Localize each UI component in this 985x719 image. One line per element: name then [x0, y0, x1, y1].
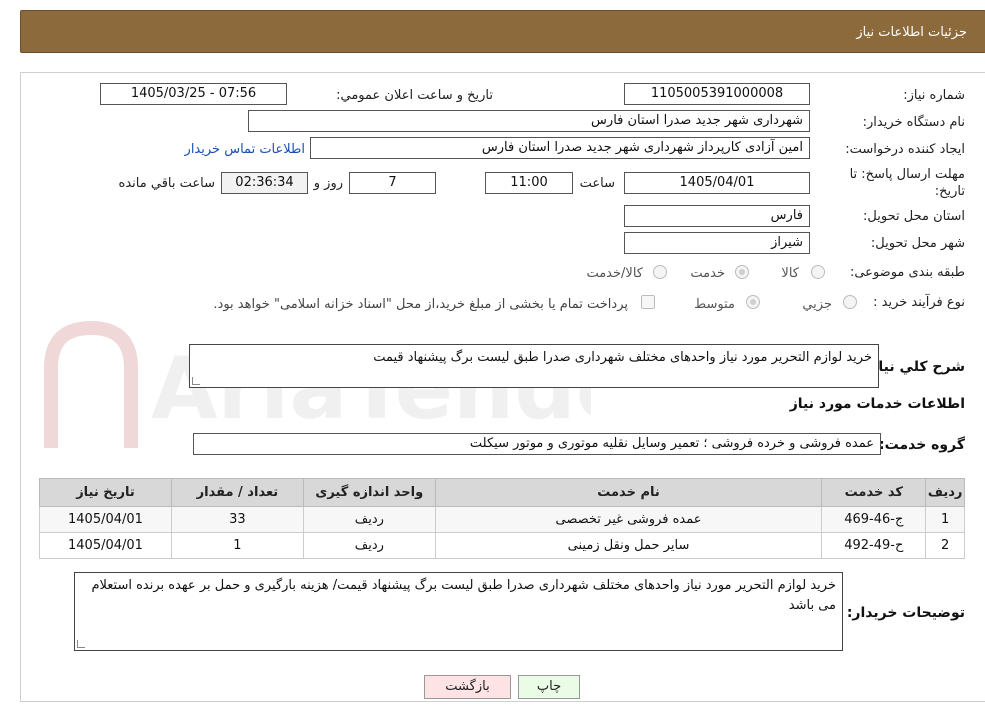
days-remaining-field[interactable]: 7 — [349, 172, 436, 194]
resize-grip-icon[interactable] — [77, 640, 85, 648]
page-title: جزئیات اطلاعات نیاز — [856, 25, 967, 40]
need-number-label: شماره نیاز: — [903, 88, 965, 103]
cell-code: ج-46-469 — [821, 506, 927, 533]
col-unit: واحد اندازه گيری — [302, 478, 436, 507]
deadline-time-label: ساعت — [579, 176, 615, 191]
deadline-label: مهلت ارسال پاسخ: تا تاريخ: — [849, 167, 965, 199]
city-label: شهر محل تحويل: — [870, 236, 965, 251]
service-group-label: گروه خدمت: — [879, 437, 965, 453]
need-summary-text: خرید لوازم التحریر مورد نیاز واحدهای مخت… — [373, 350, 872, 365]
table-row[interactable]: 1 ج-46-469 عمده فروشی غیر تخصصی رديف 33 … — [39, 506, 965, 533]
cell-name: عمده فروشی غیر تخصصی — [434, 506, 823, 533]
table-row[interactable]: 2 ح-49-492 سایر حمل ونقل زمینی رديف 1 14… — [39, 532, 965, 559]
treasury-payment-checkbox[interactable] — [641, 295, 655, 309]
process-type-label: نوع فرآيند خريد : — [873, 295, 965, 310]
resize-grip-icon[interactable] — [192, 377, 200, 385]
deadline-date-field[interactable]: 1405/04/01 — [624, 172, 810, 194]
treasury-payment-note: پرداخت تمام يا بخشی از مبلغ خريد،از محل … — [213, 297, 628, 312]
announce-datetime-field[interactable]: 1405/03/25 - 07:56 — [100, 83, 287, 105]
category-both-label: کالا/خدمت — [586, 266, 643, 281]
days-label: روز و — [313, 176, 343, 191]
process-minor-label: جزيي — [802, 297, 832, 312]
buyer-notes-label: توضيحات خريدار: — [846, 605, 965, 621]
need-number-field[interactable]: 1105005391000008 — [624, 83, 810, 105]
category-both-radio[interactable] — [653, 265, 667, 279]
requester-field[interactable]: امین آزادی کارپرداز شهرداری شهر جدید صدر… — [310, 137, 810, 159]
process-medium-label: متوسط — [694, 297, 735, 312]
process-medium-radio[interactable] — [746, 295, 760, 309]
page-header: جزئیات اطلاعات نیاز — [20, 10, 985, 53]
cell-unit: رديف — [302, 506, 436, 533]
announce-datetime-label: تاریخ و ساعت اعلان عمومي: — [336, 88, 493, 103]
cell-qty: 33 — [170, 506, 304, 533]
category-label: طبقه بندی موضوعی: — [849, 265, 965, 280]
province-field[interactable]: فارس — [624, 205, 810, 227]
category-goods-radio[interactable] — [811, 265, 825, 279]
col-code: کد خدمت — [821, 478, 927, 507]
services-table-header: رديف کد خدمت نام خدمت واحد اندازه گيری ت… — [39, 478, 965, 507]
need-summary-label: شرح کلي نياز: — [864, 359, 965, 375]
remaining-time-field[interactable]: 02:36:34 — [221, 172, 308, 194]
province-label: استان محل تحويل: — [863, 209, 965, 224]
cell-date: 1405/04/01 — [39, 532, 172, 559]
category-service-radio[interactable] — [735, 265, 749, 279]
buyer-org-field[interactable]: شهرداری شهر جدید صدرا استان فارس — [248, 110, 810, 132]
remaining-time-label: ساعت باقي مانده — [118, 176, 215, 191]
need-summary-field[interactable]: خرید لوازم التحریر مورد نیاز واحدهای مخت… — [189, 344, 879, 388]
city-field[interactable]: شیراز — [624, 232, 810, 254]
buyer-contact-link[interactable]: اطلاعات تماس خريدار — [185, 142, 305, 157]
cell-code: ح-49-492 — [821, 532, 927, 559]
cell-row: 2 — [925, 532, 965, 559]
back-button[interactable]: بازگشت — [424, 675, 511, 699]
col-name: نام خدمت — [434, 478, 823, 507]
deadline-time-field[interactable]: 11:00 — [485, 172, 573, 194]
cell-row: 1 — [925, 506, 965, 533]
cell-unit: رديف — [302, 532, 436, 559]
category-goods-label: کالا — [781, 266, 799, 281]
services-section-title: اطلاعات خدمات مورد نياز — [789, 396, 965, 412]
col-row: رديف — [925, 478, 965, 507]
services-table: رديف کد خدمت نام خدمت واحد اندازه گيری ت… — [39, 478, 965, 559]
buyer-notes-field[interactable]: خرید لوازم التحریر مورد نیاز واحدهای مخت… — [74, 572, 843, 651]
watermark-shield-shape — [44, 320, 138, 448]
col-date: تاريخ نياز — [39, 478, 172, 507]
col-qty: تعداد / مقدار — [170, 478, 304, 507]
details-panel: AriaTender.neT شماره نیاز: 1105005391000… — [20, 72, 985, 702]
category-service-label: خدمت — [690, 266, 725, 281]
process-minor-radio[interactable] — [843, 295, 857, 309]
print-button[interactable]: چاپ — [518, 675, 580, 699]
buyer-org-label: نام دستگاه خريدار: — [862, 115, 965, 130]
cell-qty: 1 — [170, 532, 304, 559]
cell-date: 1405/04/01 — [39, 506, 172, 533]
service-group-field[interactable]: عمده فروشی و خرده فروشی ؛ تعمیر وسایل نق… — [193, 433, 881, 455]
cell-name: سایر حمل ونقل زمینی — [434, 532, 823, 559]
buyer-notes-text: خرید لوازم التحریر مورد نیاز واحدهای مخت… — [91, 578, 836, 613]
requester-label: ايجاد کننده درخواست: — [845, 142, 965, 157]
